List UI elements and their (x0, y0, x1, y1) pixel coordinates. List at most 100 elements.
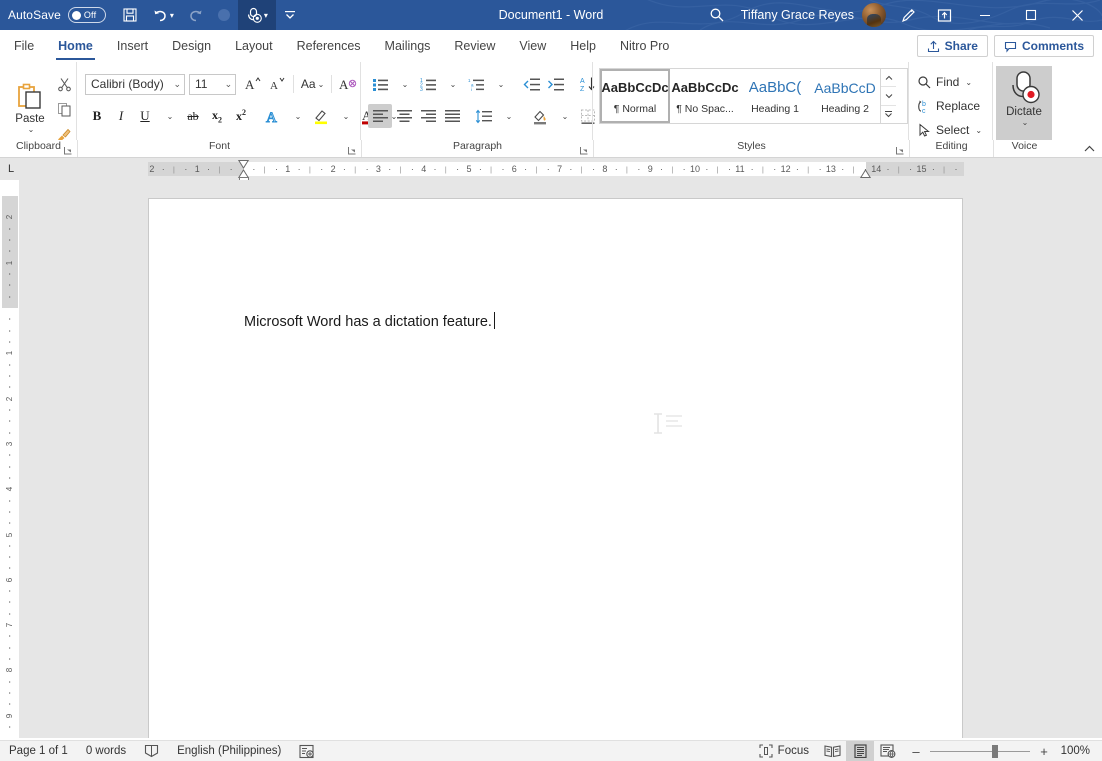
tab-help[interactable]: Help (558, 30, 608, 62)
styles-gallery-scrollbar[interactable] (880, 69, 896, 123)
grow-font-button[interactable]: A (241, 72, 265, 96)
tab-stop-selector-button[interactable]: L (2, 160, 20, 178)
shrink-font-button[interactable]: A (265, 72, 289, 96)
tab-insert[interactable]: Insert (105, 30, 160, 62)
zoom-in-button[interactable]: + (1036, 744, 1052, 759)
subscript-button[interactable]: x2 (205, 104, 229, 128)
style-no-spacing[interactable]: AaBbCcDc ¶ No Spac... (670, 69, 740, 123)
line-spacing-options-button[interactable]: ⌄ (496, 104, 520, 128)
vertical-ruler[interactable]: 21123456789-----------------------------… (2, 196, 18, 736)
word-count[interactable]: 0 words (77, 741, 135, 761)
numbering-button[interactable]: 1 2 3 (416, 72, 440, 96)
styles-scroll-down-button[interactable] (881, 86, 896, 104)
strikethrough-button[interactable]: ab (181, 104, 205, 128)
dictate-button[interactable]: Dictate ⌄ (996, 66, 1052, 140)
tab-layout[interactable]: Layout (223, 30, 285, 62)
underline-button[interactable]: U (133, 104, 157, 128)
tab-mailings[interactable]: Mailings (373, 30, 443, 62)
view-read-mode-button[interactable] (818, 741, 846, 761)
style-heading-1[interactable]: AaBbC( Heading 1 (740, 69, 810, 123)
collapse-ribbon-button[interactable] (1080, 140, 1098, 158)
bold-button[interactable]: B (85, 104, 109, 128)
focus-mode-button[interactable]: Focus (750, 741, 818, 761)
autosave-toggle[interactable]: Off (67, 7, 106, 23)
qat-undo-button[interactable]: ▾ (144, 0, 182, 30)
cut-button[interactable] (52, 72, 76, 96)
document-body-text[interactable]: Microsoft Word has a dictation feature. (244, 312, 495, 330)
font-dialog-launcher[interactable] (347, 145, 357, 157)
ink-button[interactable] (890, 0, 926, 30)
styles-more-button[interactable] (881, 104, 896, 123)
justify-button[interactable] (440, 104, 464, 128)
numbering-options-button[interactable]: ⌄ (440, 72, 464, 96)
ribbon-display-options-button[interactable] (926, 0, 962, 30)
right-indent-marker[interactable] (860, 169, 871, 178)
account-name[interactable]: Tiffany Grace Reyes (735, 8, 862, 22)
shading-button[interactable] (528, 104, 552, 128)
text-effects-button[interactable]: A (261, 104, 285, 128)
zoom-out-button[interactable]: – (908, 744, 924, 759)
styles-scroll-up-button[interactable] (881, 69, 896, 86)
shading-options-button[interactable]: ⌄ (552, 104, 576, 128)
first-line-indent-marker[interactable] (238, 160, 249, 169)
share-button[interactable]: Share (916, 35, 988, 57)
style-heading-2[interactable]: AaBbCcD Heading 2 (810, 69, 880, 123)
view-print-layout-button[interactable] (846, 740, 874, 761)
align-center-button[interactable] (392, 104, 416, 128)
tab-references[interactable]: References (285, 30, 373, 62)
maximize-button[interactable] (1008, 0, 1054, 30)
text-effects-options-button[interactable]: ⌄ (285, 104, 309, 128)
find-button[interactable]: Find ⌄ (915, 70, 992, 94)
tab-home[interactable]: Home (46, 30, 105, 62)
language-indicator[interactable]: English (Philippines) (168, 741, 290, 761)
tab-view[interactable]: View (507, 30, 558, 62)
zoom-level-label[interactable]: 100% (1058, 745, 1096, 757)
align-left-button[interactable] (368, 104, 392, 128)
multilevel-list-options-button[interactable]: ⌄ (488, 72, 512, 96)
qat-redo-button[interactable] (182, 0, 210, 30)
text-highlight-button[interactable] (309, 104, 333, 128)
search-button[interactable] (699, 0, 735, 30)
increase-indent-button[interactable] (544, 72, 568, 96)
italic-button[interactable]: I (109, 104, 133, 128)
styles-dialog-launcher[interactable] (895, 145, 905, 157)
line-spacing-button[interactable] (472, 104, 496, 128)
highlight-color-options-button[interactable]: ⌄ (333, 104, 357, 128)
qat-touch-mode-button[interactable] (210, 0, 238, 30)
qat-dictate-button[interactable]: ▾ (237, 0, 276, 30)
bullets-options-button[interactable]: ⌄ (392, 72, 416, 96)
comments-button[interactable]: Comments (993, 35, 1094, 57)
qat-customize-button[interactable] (276, 0, 304, 30)
document-canvas[interactable]: Microsoft Word has a dictation feature. (19, 180, 1102, 738)
tab-design[interactable]: Design (160, 30, 223, 62)
bullets-button[interactable] (368, 72, 392, 96)
clipboard-dialog-launcher[interactable] (63, 145, 73, 157)
close-button[interactable] (1054, 0, 1100, 30)
tab-review[interactable]: Review (442, 30, 507, 62)
style-normal[interactable]: AaBbCcDc ¶ Normal (600, 69, 670, 123)
copy-button[interactable] (52, 97, 76, 121)
minimize-button[interactable] (962, 0, 1008, 30)
proofing-status-button[interactable] (135, 741, 168, 761)
page-indicator[interactable]: Page 1 of 1 (0, 741, 77, 761)
clear-formatting-button[interactable]: A (336, 72, 360, 96)
zoom-slider-thumb[interactable] (992, 744, 998, 758)
multilevel-list-button[interactable]: 1 a i (464, 72, 488, 96)
select-button[interactable]: Select ⌄ (915, 118, 992, 142)
accessibility-checker-button[interactable] (290, 741, 324, 761)
horizontal-ruler-track[interactable]: 2 1 1 2 3 4 5 6 7 8 9 10 11 12 13 14 15 (148, 162, 964, 176)
align-right-button[interactable] (416, 104, 440, 128)
document-page[interactable]: Microsoft Word has a dictation feature. (148, 198, 963, 738)
view-web-layout-button[interactable] (874, 741, 902, 761)
tab-nitro-pro[interactable]: Nitro Pro (608, 30, 681, 62)
zoom-slider[interactable] (930, 744, 1030, 758)
font-name-combo[interactable]: Calibri (Body) ⌄ (85, 73, 185, 95)
change-case-button[interactable]: Aa ⌄ (298, 72, 327, 96)
tab-file[interactable]: File (0, 30, 46, 62)
qat-save-button[interactable] (116, 0, 144, 30)
paste-button[interactable]: Paste ⌄ (8, 80, 52, 134)
superscript-button[interactable]: x2 (229, 104, 253, 128)
zoom-control[interactable]: – + 100% (902, 744, 1096, 759)
paragraph-dialog-launcher[interactable] (579, 145, 589, 157)
replace-button[interactable]: b c Replace (915, 94, 992, 118)
